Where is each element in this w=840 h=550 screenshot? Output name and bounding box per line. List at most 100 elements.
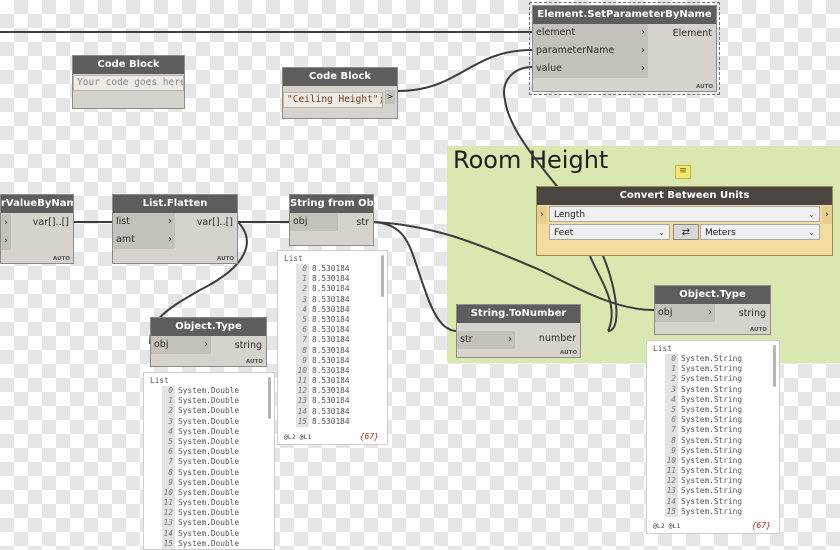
swap-icon[interactable]: ⇄ (673, 224, 699, 240)
preview-item: 4 8.530184 (278, 304, 387, 315)
preview-count: {67} (751, 521, 771, 530)
preview-middle[interactable]: List 0 8.530184 1 8.530184 2 8.530184 3 8.53018… (277, 250, 388, 445)
preview-item: 13 System.Double (144, 518, 274, 529)
code-input[interactable]: Your code goes here (73, 75, 184, 91)
port-parametername[interactable]: parameterName › (533, 42, 648, 60)
port-output[interactable]: string (235, 338, 262, 354)
node-object-type-left[interactable]: Object.Type obj › string AUTO (150, 317, 267, 367)
preview-value: System.Double (178, 426, 240, 436)
port-output[interactable]: var[]..[] (33, 215, 69, 231)
preview-value: 8.530184 (312, 386, 350, 396)
preview-value: 8.530184 (312, 294, 350, 304)
node-object-type-right[interactable]: Object.Type obj › string AUTO (654, 285, 771, 335)
preview-item: 8 System.String (647, 435, 779, 446)
port-value[interactable]: value › (533, 60, 648, 78)
preview-index: 5 (162, 436, 175, 448)
port-output[interactable]: number (539, 331, 576, 347)
preview-item: 6 8.530184 (278, 325, 387, 336)
preview-item: 13 System.String (647, 486, 779, 497)
preview-item: 3 8.530184 (278, 294, 387, 305)
preview-index: 5 (665, 404, 678, 416)
preview-index: 3 (162, 416, 175, 427)
node-value-by-name[interactable]: rValueByName › › var[]..[] AUTO (0, 194, 74, 264)
node-title: Code Block (283, 68, 397, 86)
preview-index: 8 (665, 435, 678, 446)
chevron-down-icon: ⌄ (658, 228, 665, 237)
preview-index: 2 (665, 374, 678, 385)
lacing-label: AUTO (53, 256, 70, 262)
port-str[interactable]: str › (457, 331, 515, 349)
node-code-block-empty[interactable]: Code Block Your code goes here (72, 55, 185, 109)
preview-right[interactable]: List 0 System.String 1 System.String 2 System… (646, 340, 780, 534)
preview-item: 7 8.530184 (278, 335, 387, 346)
preview-value: 8.530184 (312, 376, 350, 386)
node-code-block-ceiling[interactable]: Code Block "Ceiling Height"; > (282, 67, 398, 119)
port-list[interactable]: list › (113, 213, 175, 231)
port-output-element[interactable]: Element (673, 26, 712, 42)
preview-value: 8.530184 (312, 274, 350, 284)
port-label: parameterName (536, 45, 615, 56)
port-obj[interactable]: obj › (151, 336, 211, 354)
preview-items: 0 System.Double 1 System.Double 2 System.Doub… (144, 386, 274, 549)
preview-list-label: List (653, 344, 672, 353)
preview-index: 6 (665, 415, 678, 426)
preview-index: 2 (162, 406, 175, 417)
port-arrow-icon[interactable]: › (1, 214, 11, 232)
preview-item: 1 System.Double (144, 396, 274, 407)
port-obj[interactable]: obj (290, 213, 338, 231)
preview-value: System.Double (178, 386, 240, 395)
node-set-parameter[interactable]: Element.SetParameterByName element › para… (529, 2, 720, 95)
to-unit-dropdown[interactable]: Meters ⌄ (700, 224, 820, 240)
port-amt[interactable]: amt › (113, 231, 175, 249)
port-output[interactable]: str (356, 215, 369, 231)
node-string-from-object[interactable]: String from Object obj str (289, 194, 374, 246)
preview-index: 0 (162, 386, 175, 397)
node-list-flatten[interactable]: List.Flatten list › amt › var[]..[] AUTO (112, 194, 238, 264)
preview-item: 3 System.String (647, 384, 779, 395)
lacing-label: AUTO (560, 350, 577, 356)
preview-index: 11 (665, 466, 678, 477)
preview-index: 13 (296, 396, 309, 407)
note-icon[interactable]: ≡ (675, 165, 691, 179)
port-in-arrow-icon[interactable]: › (537, 206, 547, 224)
port-label: obj (658, 307, 673, 318)
port-output[interactable]: > (385, 90, 395, 104)
port-arrow-icon[interactable]: › (1, 232, 11, 250)
preview-item: 5 System.Double (144, 436, 274, 448)
measure-dropdown[interactable]: Length ⌄ (549, 206, 820, 222)
preview-value: System.String (681, 455, 743, 465)
preview-left[interactable]: List 0 System.Double 1 System.Double 2 System… (143, 372, 275, 550)
from-unit-dropdown[interactable]: Feet ⌄ (549, 224, 670, 240)
preview-value: 8.530184 (312, 284, 350, 294)
preview-index: 12 (162, 508, 175, 519)
preview-scrollbar[interactable] (773, 345, 776, 387)
preview-item: 5 System.String (647, 404, 779, 416)
preview-value: 8.530184 (312, 314, 350, 324)
node-string-to-number[interactable]: String.ToNumber str › number AUTO (456, 304, 581, 358)
port-element[interactable]: element › (533, 24, 648, 42)
port-out-arrow-icon[interactable]: › (822, 206, 832, 224)
preview-index: 7 (296, 335, 309, 346)
port-output[interactable]: var[]..[] (197, 215, 233, 231)
preview-item: 14 System.Double (144, 528, 274, 539)
preview-index: 10 (162, 487, 175, 499)
port-label: element (536, 27, 576, 38)
node-title: Object.Type (655, 286, 770, 304)
preview-list-label: List (150, 376, 169, 385)
port-output[interactable]: string (739, 306, 766, 322)
preview-scrollbar[interactable] (268, 377, 271, 419)
preview-value: System.Double (178, 477, 240, 487)
port-arrow-icon: › (708, 307, 712, 318)
preview-item: 12 System.String (647, 476, 779, 487)
node-convert-units[interactable]: Convert Between Units › Length ⌄ › Feet ⌄ … (536, 186, 833, 256)
preview-index: 2 (296, 284, 309, 295)
preview-scrollbar[interactable] (381, 255, 384, 297)
preview-item: 5 8.530184 (278, 314, 387, 326)
preview-value: 8.530184 (312, 325, 350, 335)
port-obj[interactable]: obj › (655, 304, 715, 322)
preview-value: System.String (681, 496, 743, 506)
node-title: String from Object (290, 195, 373, 213)
preview-item: 0 System.String (647, 354, 779, 365)
preview-index: 11 (296, 376, 309, 387)
code-input[interactable]: "Ceiling Height"; (283, 92, 383, 108)
